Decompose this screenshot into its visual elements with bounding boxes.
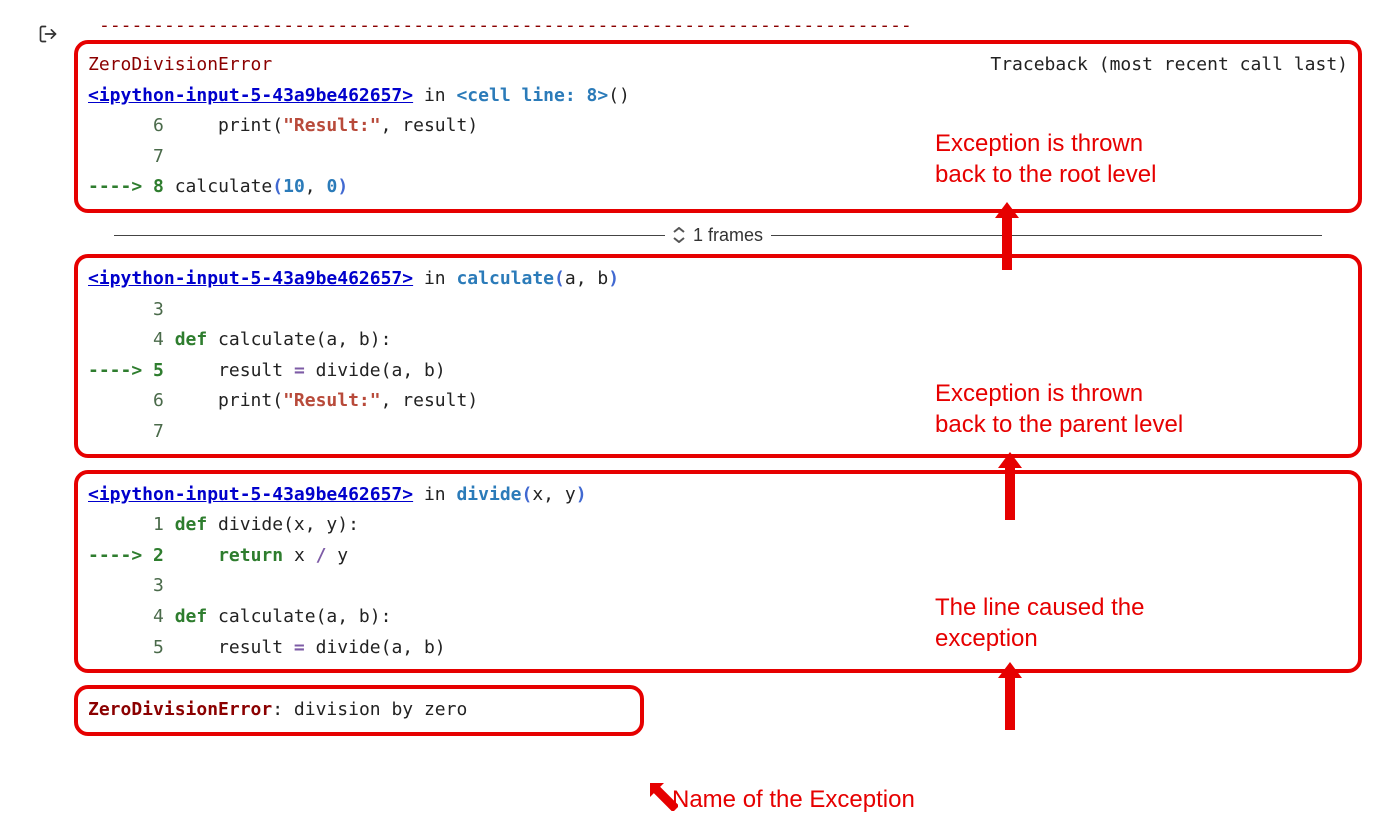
annotation-parent-level: Exception is thrown back to the parent l… xyxy=(935,378,1183,440)
code-line: 5 result = divide(a, b) xyxy=(88,633,1348,664)
frames-toggle[interactable]: 1 frames xyxy=(665,225,771,246)
frames-separator: 1 frames xyxy=(114,225,1322,246)
code-line: 3 xyxy=(88,295,1348,326)
code-current-line: ----> 2 return x / y xyxy=(88,541,1348,572)
arrow-icon xyxy=(993,200,1021,270)
code-line: 6 print("Result:", result) xyxy=(88,111,1348,142)
frame-location: <ipython-input-5-43a9be462657> in <cell … xyxy=(88,81,1348,112)
traceback-recent: (most recent call last) xyxy=(1088,50,1348,81)
output-gutter-icon xyxy=(38,24,56,42)
code-line: 3 xyxy=(88,571,1348,602)
traceback-output: ----------------------------------------… xyxy=(0,0,1400,763)
exception-summary: ZeroDivisionError: division by zero xyxy=(74,685,644,736)
code-line: 1 def divide(x, y): xyxy=(88,510,1348,541)
traceback-header: ZeroDivisionError Traceback (most recent… xyxy=(88,50,1348,81)
code-current-line: ----> 8 calculate(10, 0) xyxy=(88,172,1348,203)
collapse-icon xyxy=(673,227,685,243)
annotation-exception-line: The line caused the exception xyxy=(935,592,1144,654)
traceback-word: Traceback xyxy=(990,50,1088,81)
arrow-icon xyxy=(996,450,1024,520)
frame-location: <ipython-input-5-43a9be462657> in divide… xyxy=(88,480,1348,511)
annotation-exception-name: Name of the Exception xyxy=(672,784,915,815)
frame-location: <ipython-input-5-43a9be462657> in calcul… xyxy=(88,264,1348,295)
frame-file-link[interactable]: <ipython-input-5-43a9be462657> xyxy=(88,484,413,505)
arrow-icon xyxy=(648,781,678,816)
exception-message: ZeroDivisionError: division by zero xyxy=(88,695,630,726)
code-line: 4 def calculate(a, b): xyxy=(88,325,1348,356)
frame-file-link[interactable]: <ipython-input-5-43a9be462657> xyxy=(88,85,413,106)
annotation-root-level: Exception is thrown back to the root lev… xyxy=(935,128,1156,190)
separator-dashes: ----------------------------------------… xyxy=(99,15,1370,36)
exception-class: ZeroDivisionError xyxy=(88,50,272,81)
separator-line xyxy=(771,235,1322,236)
frame-root: ZeroDivisionError Traceback (most recent… xyxy=(74,40,1362,213)
separator-line xyxy=(114,235,665,236)
frames-count: 1 frames xyxy=(693,225,763,246)
code-line: 7 xyxy=(88,142,1348,173)
frame-divide: <ipython-input-5-43a9be462657> in divide… xyxy=(74,470,1362,674)
arrow-icon xyxy=(996,660,1024,730)
frame-file-link[interactable]: <ipython-input-5-43a9be462657> xyxy=(88,268,413,289)
code-line: 4 def calculate(a, b): xyxy=(88,602,1348,633)
